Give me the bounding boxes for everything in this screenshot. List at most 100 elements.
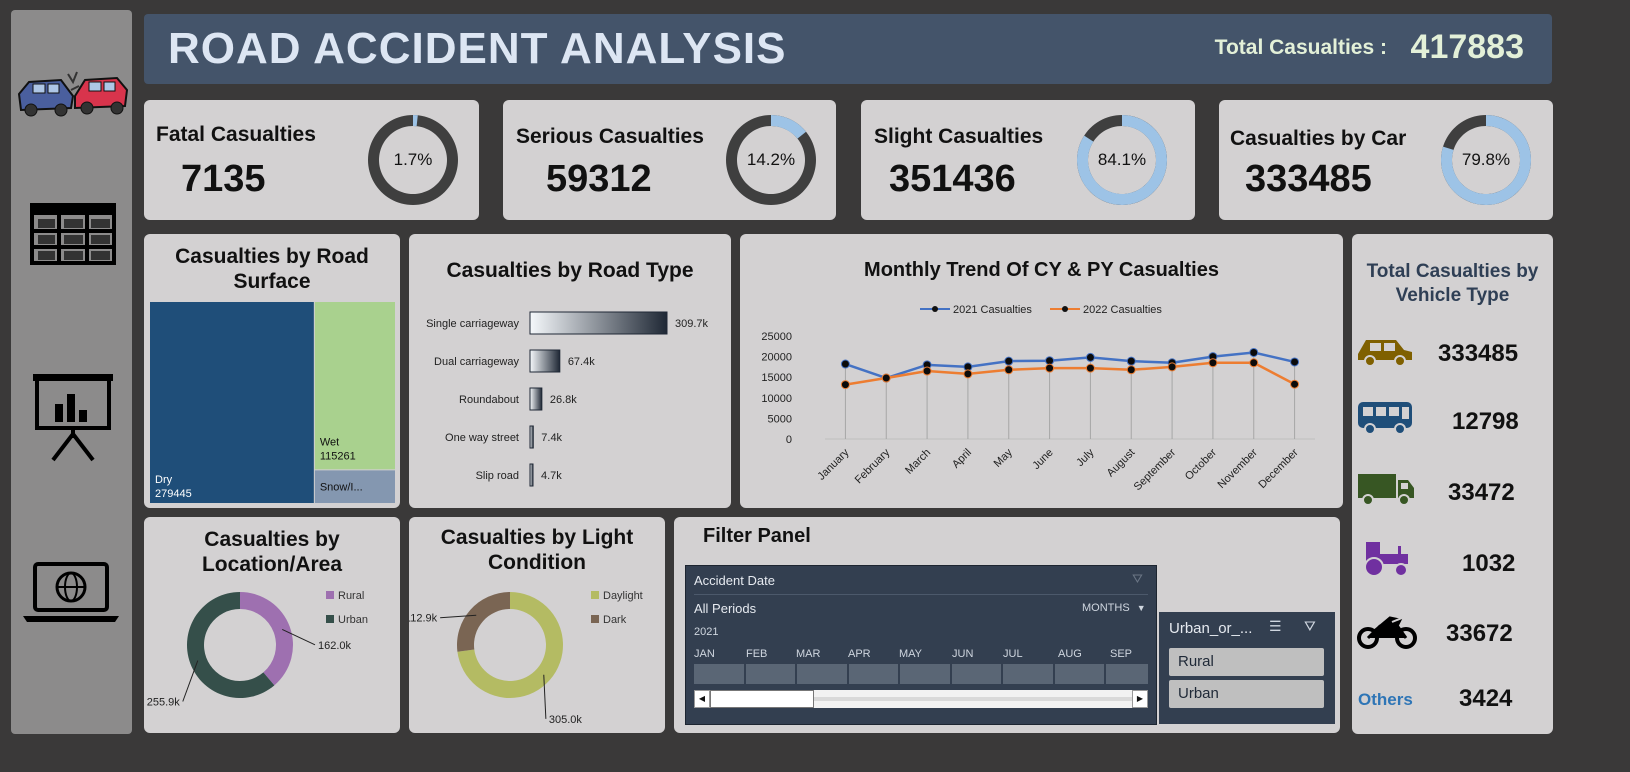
- month-cell[interactable]: [849, 664, 898, 684]
- month-label[interactable]: JAN: [694, 648, 715, 660]
- scroll-right-icon[interactable]: ▶: [1132, 690, 1148, 708]
- x-tick-label: November: [1216, 446, 1261, 491]
- month-cell[interactable]: [952, 664, 1001, 684]
- light-panel: Casualties by Light Condition 305.0k 112.…: [409, 517, 665, 733]
- month-label[interactable]: FEB: [746, 648, 767, 660]
- kpi-value: 7135: [181, 158, 266, 200]
- clear-filter-icon[interactable]: ⛛: [1304, 618, 1316, 635]
- kpi-percent: 79.8%: [1461, 150, 1511, 169]
- x-tick-label: July: [1074, 446, 1097, 469]
- data-point: [1004, 356, 1014, 366]
- period-label: All Periods: [694, 601, 757, 616]
- sidebar: [11, 10, 132, 734]
- slicer-item-urban[interactable]: Urban: [1169, 680, 1324, 708]
- clear-filter-icon[interactable]: ⛛: [1132, 571, 1143, 587]
- time-level-dropdown[interactable]: MONTHS ▼: [1082, 602, 1146, 614]
- slice-value-label: 112.9k: [409, 613, 438, 625]
- treemap-label: Snow/I...: [320, 482, 363, 494]
- bar-category-label: Single carriageway: [426, 318, 519, 330]
- bar-value-label: 309.7k: [675, 318, 709, 330]
- month-label[interactable]: JUN: [952, 648, 973, 660]
- vehicle-label-others: Others: [1358, 690, 1413, 709]
- pie-slice: [457, 592, 510, 652]
- data-point: [1167, 362, 1177, 372]
- slicer-item-rural[interactable]: Rural: [1169, 648, 1324, 676]
- data-point: [1126, 365, 1136, 375]
- month-cell[interactable]: [797, 664, 847, 684]
- legend-marker: [932, 306, 938, 312]
- light-donut-chart: 305.0k 112.9k Daylight Dark: [409, 590, 643, 726]
- bus-icon: [1358, 402, 1412, 435]
- month-label[interactable]: AUG: [1058, 648, 1082, 660]
- bar-category-label: Dual carriageway: [434, 356, 519, 368]
- chart-title: Casualties by Location/Area: [201, 528, 343, 576]
- month-cell[interactable]: [900, 664, 950, 684]
- month-cell[interactable]: [694, 664, 744, 684]
- data-point: [1126, 356, 1136, 366]
- laptop-globe-icon[interactable]: [21, 562, 121, 624]
- kpi-label: Serious Casualties: [516, 125, 704, 148]
- bar-value-label: 26.8k: [550, 394, 577, 406]
- table-grid-icon[interactable]: [30, 203, 116, 265]
- chevron-down-icon: ▼: [1136, 603, 1146, 613]
- y-tick-label: 15000: [761, 372, 792, 384]
- timeline-scrollbar[interactable]: ◀ ▶: [694, 690, 1148, 708]
- month-label[interactable]: MAY: [899, 648, 922, 660]
- data-point: [1208, 358, 1218, 368]
- month-cell[interactable]: [1003, 664, 1053, 684]
- month-label[interactable]: SEP: [1110, 648, 1132, 660]
- chart-title: Monthly Trend Of CY & PY Casualties: [864, 259, 1219, 281]
- kpi-card-slight: Slight Casualties 351436 84.1%: [861, 100, 1195, 220]
- month-cell[interactable]: [1055, 664, 1104, 684]
- road-type-bar-chart: Single carriageway 309.7k Dual carriageway…: [426, 311, 709, 487]
- series-line: [845, 361, 1296, 386]
- month-cell[interactable]: [746, 664, 795, 684]
- monthly-trend-line-chart: 2021 Casualties 2022 Casualties 0 5000 10000…: [761, 304, 1315, 493]
- year-label: 2021: [694, 626, 719, 638]
- month-cell[interactable]: [1106, 664, 1148, 684]
- multi-select-icon[interactable]: ☰: [1269, 618, 1282, 635]
- legend-swatch: [591, 591, 599, 599]
- x-tick-label: June: [1030, 447, 1055, 472]
- data-point: [1290, 357, 1300, 367]
- data-point: [1004, 365, 1014, 375]
- data-point: [1045, 356, 1055, 366]
- data-point: [840, 380, 850, 390]
- motorcycle-icon: [1357, 616, 1417, 649]
- month-label[interactable]: APR: [848, 648, 871, 660]
- filter-panel: Filter Panel Accident Date ⛛ All Periods…: [674, 517, 1340, 733]
- legend-label: Dark: [603, 614, 627, 626]
- data-point: [1045, 363, 1055, 373]
- scroll-left-icon[interactable]: ◀: [694, 690, 710, 708]
- pie-slice: [240, 592, 293, 686]
- scroll-track: [814, 697, 1132, 701]
- kpi-value: 59312: [546, 158, 652, 200]
- crash-cars-icon[interactable]: [13, 66, 131, 122]
- leader-line: [182, 660, 199, 702]
- x-tick-label: January: [815, 446, 852, 483]
- area-slicer-header: Urban_or_...: [1169, 620, 1253, 637]
- slice-value-label: 255.9k: [147, 696, 181, 708]
- road-surface-treemap: Dry 279445 Wet 115261 Snow/I...: [150, 302, 395, 503]
- page-title: ROAD ACCIDENT ANALYSIS: [168, 24, 787, 73]
- kpi-label: Fatal Casualties: [156, 123, 316, 146]
- kpi-donut-fill: [771, 115, 807, 139]
- bar: [529, 311, 668, 335]
- car-icon: [1358, 340, 1412, 367]
- kpi-label: Casualties by Car: [1230, 127, 1407, 150]
- divider: [694, 594, 1148, 595]
- scroll-thumb[interactable]: [710, 690, 814, 708]
- month-label[interactable]: JUL: [1003, 648, 1023, 660]
- legend-label: Urban: [338, 614, 368, 626]
- bar-value-label: 67.4k: [568, 356, 595, 368]
- presentation-chart-icon[interactable]: [33, 372, 113, 462]
- bar: [529, 387, 543, 411]
- treemap-value-label: 115261: [320, 450, 356, 462]
- x-tick-label: March: [903, 447, 933, 477]
- month-label[interactable]: MAR: [796, 648, 820, 660]
- data-point: [922, 366, 932, 376]
- vehicle-value-bus: 12798: [1452, 408, 1519, 435]
- data-point: [1085, 352, 1095, 362]
- kpi-value: 333485: [1245, 158, 1372, 200]
- total-casualties-label: Total Casualties :: [1214, 36, 1387, 59]
